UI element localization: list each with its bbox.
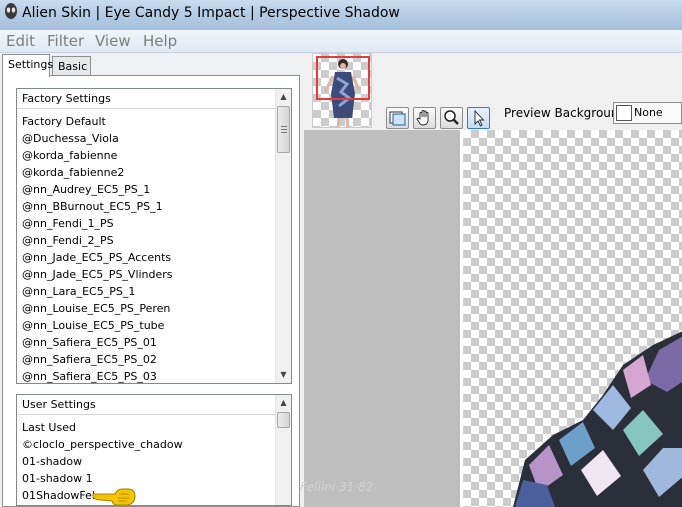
preset-item[interactable]: @Duchessa_Viola: [22, 132, 119, 145]
factory-settings-list[interactable]: Factory Settings Factory Default @Duches…: [16, 88, 292, 384]
title-bar: Alien Skin | Eye Candy 5 Impact | Perspe…: [0, 0, 682, 30]
preview-background-select[interactable]: None: [613, 102, 682, 124]
preset-item[interactable]: Factory Default: [22, 115, 106, 128]
scroll-thumb[interactable]: [277, 106, 290, 153]
preset-item[interactable]: @nn_Audrey_EC5_PS_1: [22, 183, 150, 196]
user-settings-list[interactable]: User Settings Last Used ©cloclo_perspect…: [16, 394, 292, 506]
menu-help[interactable]: Help: [143, 32, 177, 50]
preset-item[interactable]: @nn_Fendi_2_PS: [22, 234, 114, 247]
viewport-rectangle[interactable]: [316, 56, 370, 100]
user-preset-item[interactable]: Last Used: [22, 421, 76, 434]
tab-settings[interactable]: Settings: [2, 54, 53, 77]
preview-toggle-button[interactable]: [386, 107, 409, 129]
pointer-icon: [474, 109, 485, 127]
preview-background-label: Preview Background:: [504, 106, 631, 120]
zoom-icon: [444, 110, 459, 125]
pointing-hand-icon: [92, 488, 136, 505]
background-swatch: [616, 105, 632, 121]
preset-item[interactable]: @nn_Safiera_EC5_PS_01: [22, 336, 157, 349]
user-preset-item[interactable]: 01-shadow: [22, 455, 82, 468]
preview-panel: Preview Background: None: [302, 53, 682, 507]
user-preset-item[interactable]: ©cloclo_perspective_chadow: [22, 438, 183, 451]
pointer-tool-button[interactable]: [467, 107, 490, 129]
factory-list-scrollbar[interactable]: ▲ ▼: [275, 89, 291, 383]
preset-item[interactable]: @nn_Safiera_EC5_PS_03: [22, 370, 157, 383]
preview-canvas[interactable]: [460, 130, 682, 507]
hand-icon: [416, 110, 429, 126]
scroll-thumb[interactable]: [277, 412, 290, 428]
preview-toggle-icon: [389, 111, 406, 126]
tab-basic[interactable]: Basic: [52, 56, 91, 77]
menu-edit[interactable]: Edit: [6, 32, 35, 50]
factory-settings-header: Factory Settings: [17, 89, 276, 109]
window-title: Alien Skin | Eye Candy 5 Impact | Perspe…: [22, 5, 400, 21]
preset-item[interactable]: @nn_Jade_EC5_PS_Vlinders: [22, 268, 173, 281]
preset-item[interactable]: @nn_Jade_EC5_PS_Accents: [22, 251, 171, 264]
preset-item[interactable]: @nn_Louise_EC5_PS_tube: [22, 319, 164, 332]
user-settings-header: User Settings: [17, 395, 276, 415]
settings-tab-content: Factory Settings Factory Default @Duches…: [2, 75, 300, 507]
user-preset-item[interactable]: 01ShadowFel: [22, 489, 95, 502]
preview-background-value: None: [634, 106, 663, 119]
user-preset-item[interactable]: 01-shadow 1: [22, 472, 93, 485]
menu-filter[interactable]: Filter: [47, 32, 84, 50]
preset-item[interactable]: @nn_BBurnout_EC5_PS_1: [22, 200, 163, 213]
settings-panel: Settings Basic Factory Settings Factory …: [0, 53, 302, 507]
alien-skin-app-icon: [5, 3, 17, 19]
hand-tool-button[interactable]: [413, 107, 436, 129]
preset-item[interactable]: @nn_Fendi_1_PS: [22, 217, 114, 230]
preview-margin: [304, 130, 460, 507]
scroll-up-arrow-icon[interactable]: ▲: [276, 395, 291, 411]
watermark-text: Fellini·31·82: [300, 480, 374, 494]
dress-preview-image: [513, 331, 682, 507]
preset-item[interactable]: @nn_Lara_EC5_PS_1: [22, 285, 135, 298]
menu-view[interactable]: View: [95, 32, 131, 50]
preset-item[interactable]: @nn_Louise_EC5_PS_Peren: [22, 302, 170, 315]
scroll-up-arrow-icon[interactable]: ▲: [276, 89, 291, 105]
zoom-tool-button[interactable]: [440, 107, 463, 129]
preset-item[interactable]: @nn_Safiera_EC5_PS_02: [22, 353, 157, 366]
scroll-down-arrow-icon[interactable]: ▼: [276, 367, 291, 383]
user-list-scrollbar[interactable]: ▲: [275, 395, 291, 505]
preset-item[interactable]: @korda_fabienne: [22, 149, 117, 162]
menu-bar: Edit Filter View Help: [0, 30, 682, 53]
navigator-thumbnail[interactable]: [312, 53, 372, 129]
preset-item[interactable]: @korda_fabienne2: [22, 166, 124, 179]
